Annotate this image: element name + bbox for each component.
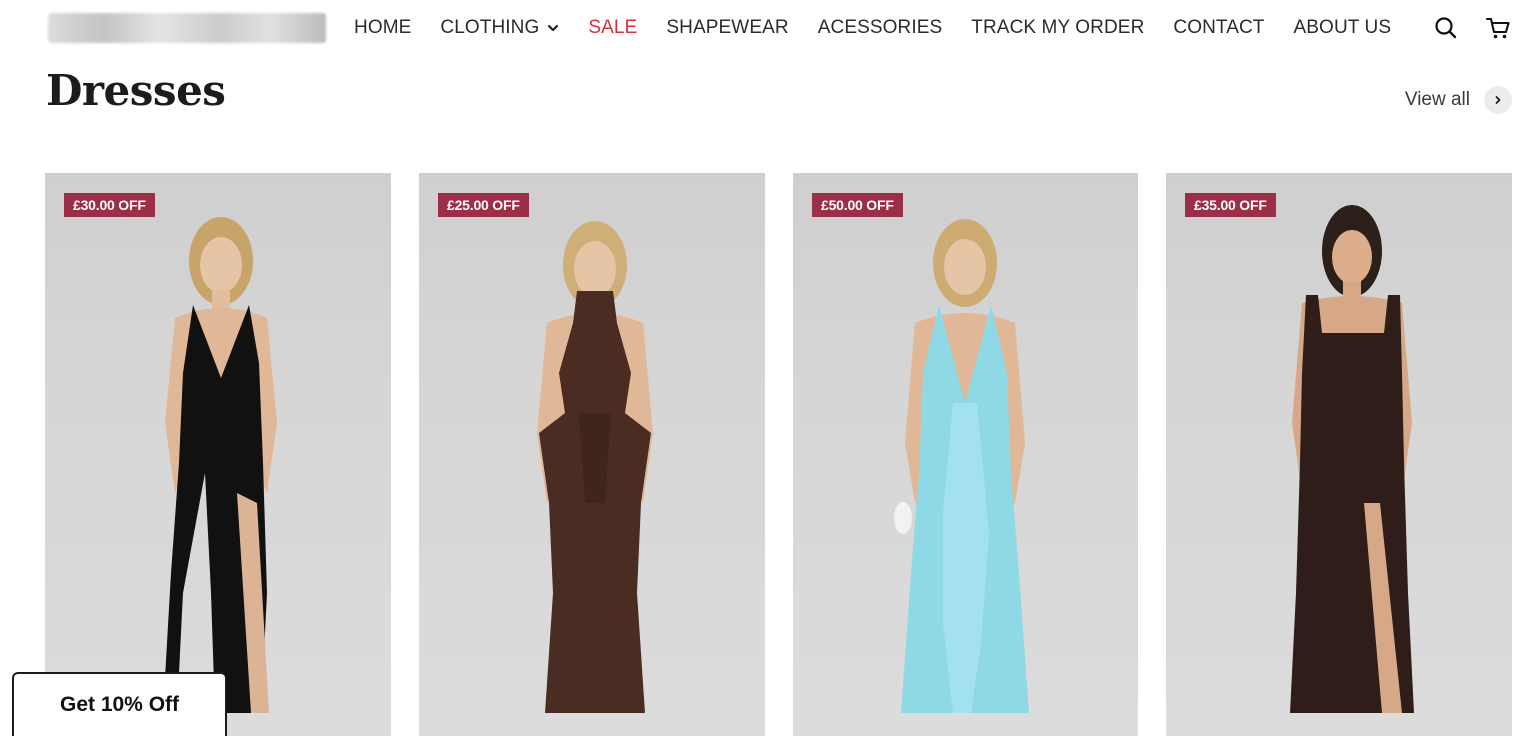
nav-accessories-label: ACESSORIES (817, 17, 943, 38)
product-card[interactable]: £50.00 OFF (793, 173, 1138, 736)
section-title: Dresses (46, 66, 226, 115)
chevron-right-icon[interactable] (1484, 86, 1512, 114)
product-image (163, 217, 277, 713)
nav-track-order-label: TRACK MY ORDER (971, 17, 1145, 38)
discount-badge: £50.00 OFF (812, 193, 903, 217)
nav-clothing-label: CLOTHING (440, 17, 540, 38)
nav-about-us-label: ABOUT US (1293, 17, 1392, 38)
product-image (537, 221, 653, 713)
product-card[interactable]: £25.00 OFF (419, 173, 765, 736)
store-logo[interactable] (48, 13, 326, 43)
discount-badge: £30.00 OFF (64, 193, 155, 217)
nav-about-us[interactable]: ABOUT US (1294, 17, 1392, 39)
nav-clothing[interactable]: CLOTHING (440, 17, 559, 39)
nav-home-label: HOME (354, 17, 412, 38)
search-icon[interactable] (1433, 15, 1459, 41)
view-all-label: View all (1404, 89, 1470, 110)
view-all-link[interactable]: View all (1405, 86, 1512, 114)
nav-shapewear[interactable]: SHAPEWEAR (666, 17, 788, 39)
nav-contact-label: CONTACT (1173, 17, 1265, 38)
product-image (1290, 205, 1414, 713)
discount-badge: £25.00 OFF (438, 193, 529, 217)
chevron-down-icon (548, 24, 559, 32)
nav-contact[interactable]: CONTACT (1173, 17, 1264, 39)
cart-icon[interactable] (1485, 15, 1511, 41)
nav-sale-label: SALE (588, 17, 638, 38)
product-image (894, 219, 1029, 713)
product-card[interactable]: £35.00 OFF (1166, 173, 1512, 736)
discount-popup-button[interactable]: Get 10% Off (12, 672, 227, 736)
nav-track-order[interactable]: TRACK MY ORDER (971, 17, 1144, 39)
nav-sale[interactable]: SALE (588, 17, 637, 39)
main-nav: HOME CLOTHING SALE SHAPEWEAR ACESSORIES … (354, 16, 1420, 40)
nav-home[interactable]: HOME (354, 17, 411, 39)
nav-accessories[interactable]: ACESSORIES (818, 17, 943, 39)
promo-label: Get 10% Off (59, 693, 180, 716)
product-card[interactable]: £30.00 OFF (45, 173, 391, 736)
nav-shapewear-label: SHAPEWEAR (666, 17, 789, 38)
discount-badge: £35.00 OFF (1185, 193, 1276, 217)
